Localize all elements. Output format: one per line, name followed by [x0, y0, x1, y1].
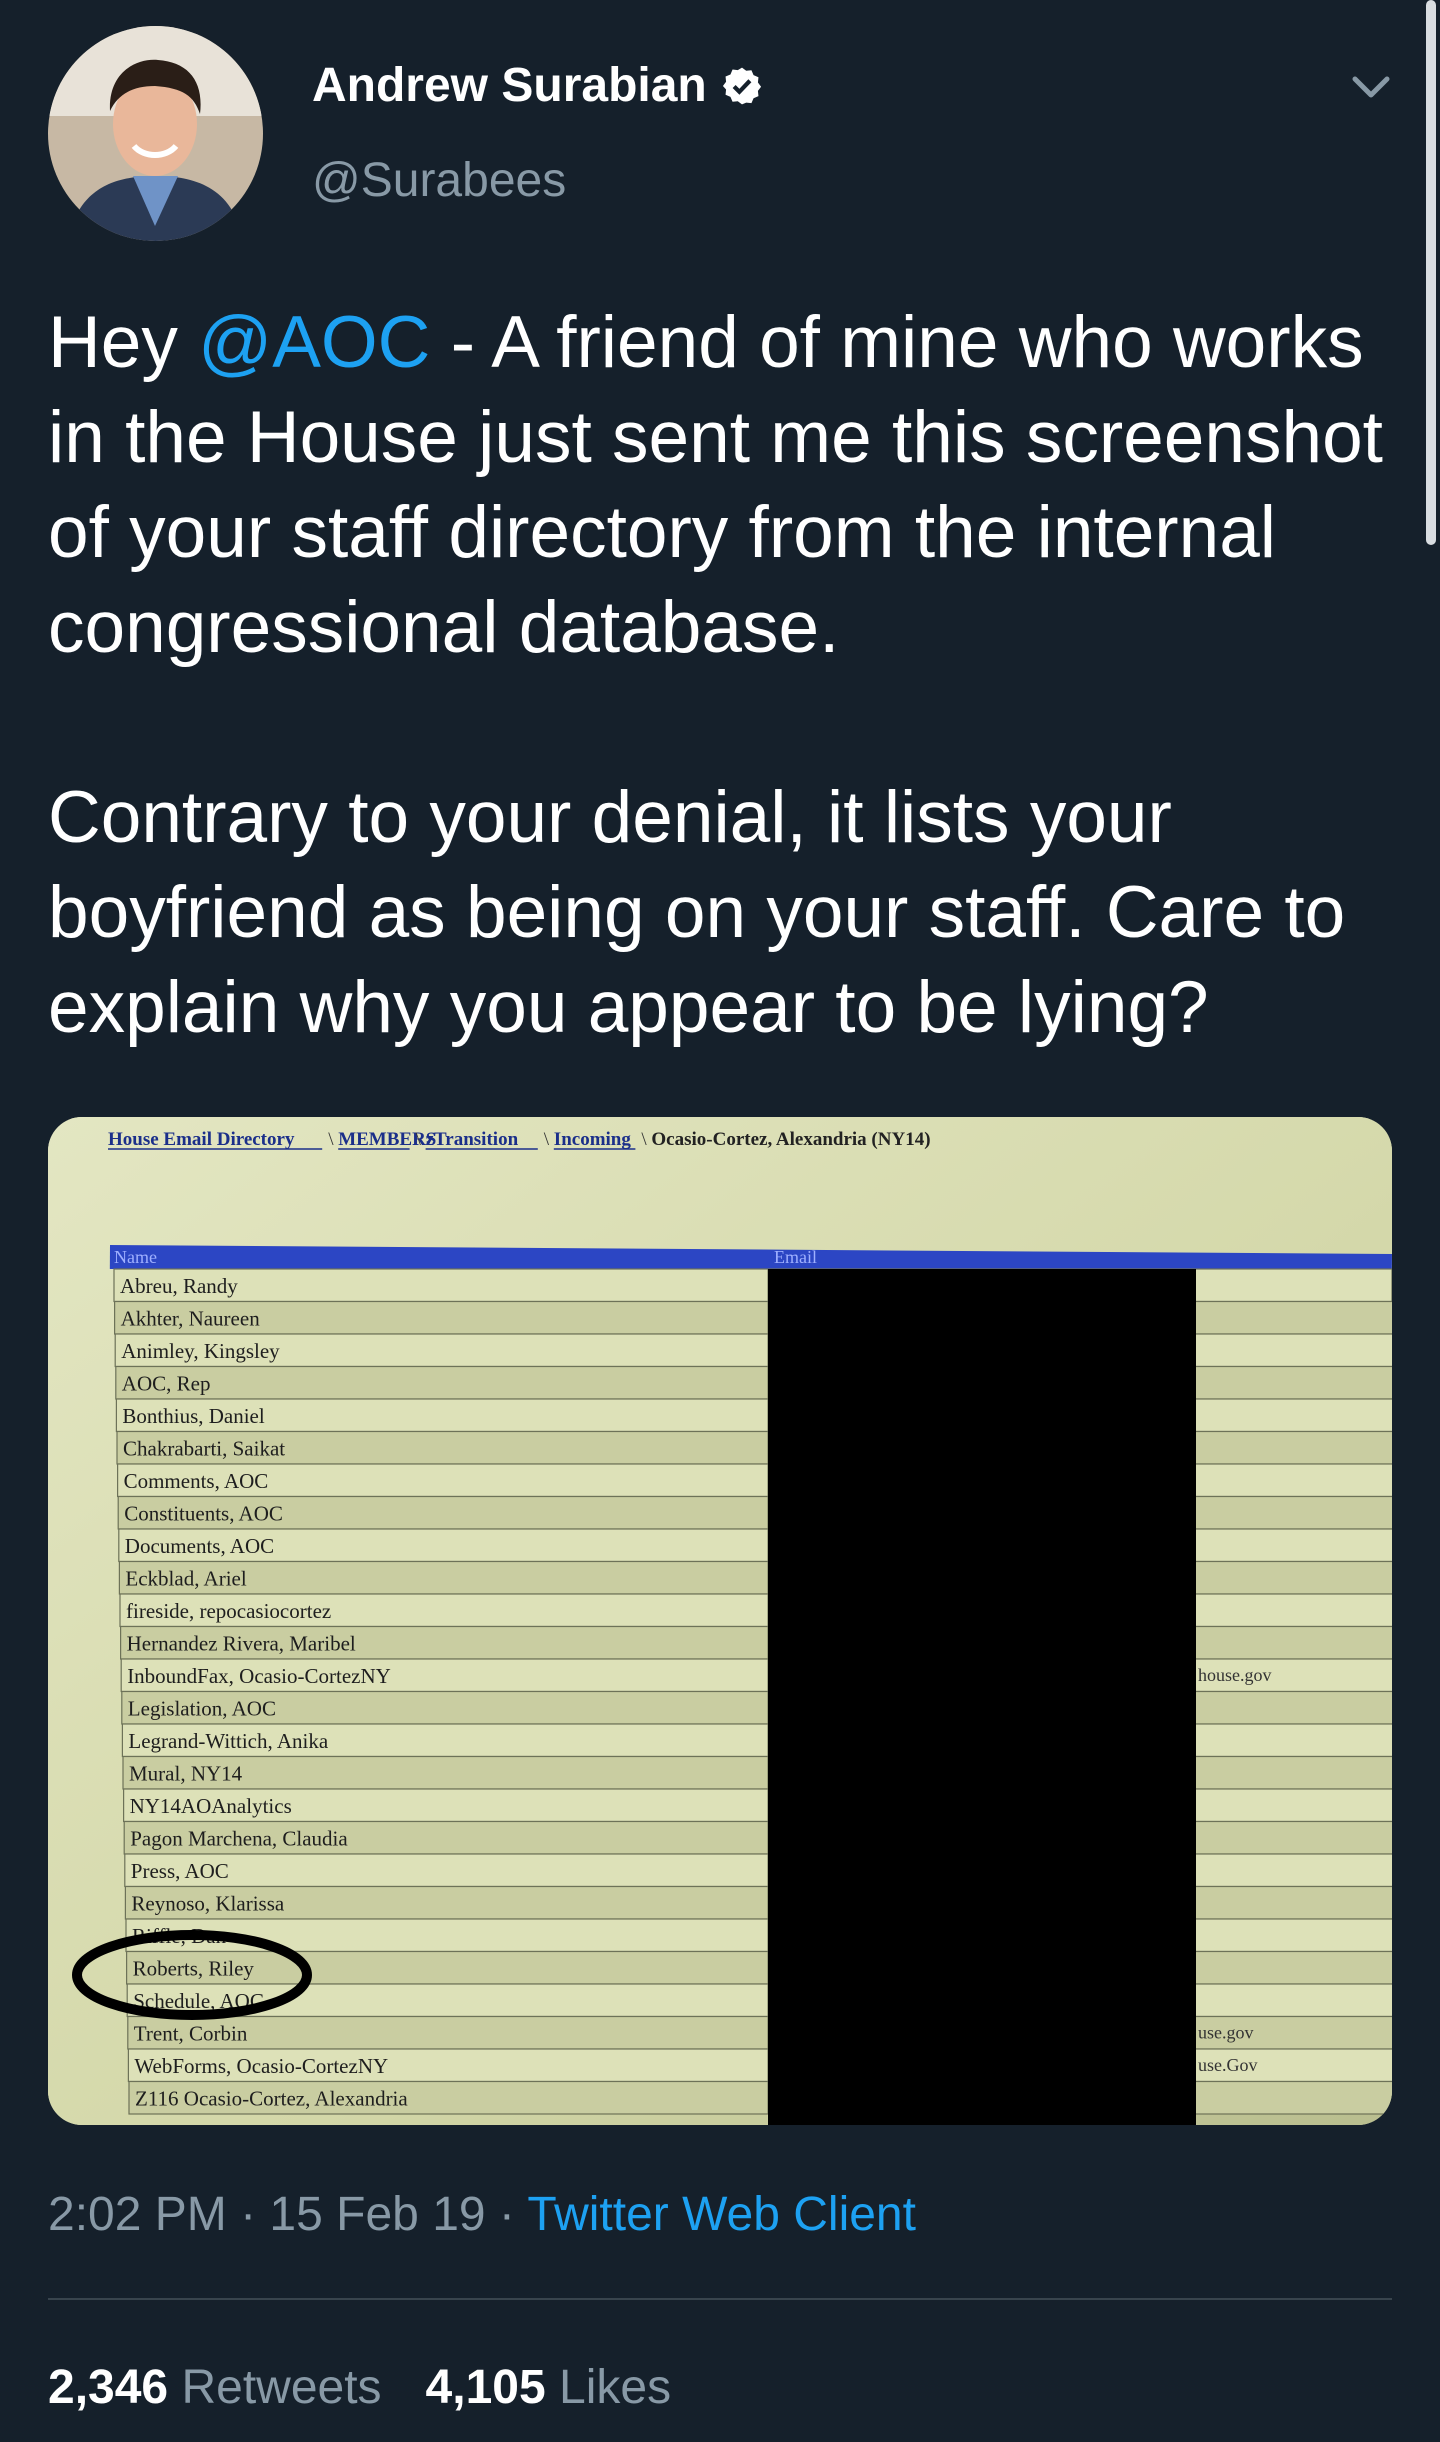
table-row [125, 1918, 1392, 1953]
breadcrumb-link: MEMBERS [338, 1129, 436, 1150]
column-header-name: Name [114, 1247, 157, 1267]
table-row [118, 1560, 1392, 1595]
breadcrumb-link: Incoming [554, 1129, 632, 1150]
divider [48, 2298, 1392, 2300]
row-name: fireside, repocasiocortez [126, 1599, 331, 1623]
row-name: Constituents, AOC [124, 1502, 283, 1526]
client-link[interactable]: Twitter Web Client [527, 2188, 916, 2241]
row-name: Roberts, Riley [133, 1957, 255, 1981]
row-name: Bonthius, Daniel [122, 1404, 264, 1428]
row-name: Trent, Corbin [134, 2022, 248, 2046]
row-name: Animley, Kingsley [121, 1339, 280, 1363]
breadcrumb-separator: \ [544, 1129, 550, 1150]
table-row [124, 1885, 1392, 1920]
meta-separator: · [226, 2188, 270, 2241]
row-name: Eckblad, Ariel [125, 1567, 246, 1591]
table-row [124, 1853, 1392, 1888]
row-name: Reynoso, Klarissa [131, 1892, 284, 1916]
table-row [115, 1398, 1392, 1433]
verified-badge-icon [722, 67, 761, 104]
author-name-row[interactable]: Andrew Surabian [312, 58, 763, 113]
table-row [113, 1300, 1392, 1335]
column-header-email: Email [774, 1247, 817, 1267]
redaction-block [768, 1269, 1196, 2125]
meta-separator-2: · [485, 2188, 528, 2241]
directory-screenshot: House Email Directory \ MEMBERS\ zTransitio… [48, 1117, 1392, 2125]
breadcrumb-separator: \ [641, 1129, 647, 1150]
table-row [117, 1495, 1392, 1530]
table-row [122, 1755, 1392, 1790]
table-row [122, 1788, 1392, 1823]
row-name: Chakrabarti, Saikat [123, 1437, 285, 1461]
row-name: Abreu, Randy [120, 1274, 238, 1298]
chevron-down-icon[interactable] [1343, 58, 1399, 114]
row-name: NY14AOAnalytics [130, 1794, 292, 1818]
mention-link[interactable]: @AOC [198, 302, 430, 383]
tweet-paragraph-2: Contrary to your denial, it lists your b… [48, 777, 1346, 1048]
row-name: Akhter, Naureen [121, 1307, 261, 1331]
row-name: Press, AOC [131, 1859, 229, 1883]
tweet-paragraph-1: Hey @AOC - A friend of mine who works in… [48, 295, 1408, 675]
email-fragment: house.gov [1198, 1665, 1272, 1685]
table-row [115, 1365, 1392, 1400]
retweets-stat[interactable]: 2,346 Retweets [48, 2361, 382, 2414]
table-row [113, 1268, 1392, 1303]
breadcrumb-separator: \ [328, 1129, 334, 1150]
scrollbar[interactable] [1422, 0, 1440, 2442]
row-name: Legislation, AOC [128, 1697, 276, 1721]
retweets-count: 2,346 [48, 2361, 169, 2414]
table-row [121, 1690, 1392, 1725]
tweet-date[interactable]: 15 Feb 19 [269, 2188, 485, 2241]
tweet-meta: 2:02 PM · 15 Feb 19 · Twitter Web Client [48, 2187, 916, 2242]
retweets-label: Retweets [168, 2361, 382, 2414]
tweet-body: Hey @AOC - A friend of mine who works in… [48, 295, 1408, 1055]
breadcrumb-link: zTransition [426, 1129, 519, 1150]
tweet-photo[interactable]: House Email Directory \ MEMBERS \ zTransitio… [48, 1117, 1392, 2125]
breadcrumb-link: House Email Directory [108, 1129, 295, 1150]
tweet-stats: 2,346 Retweets 4,105 Likes [48, 2360, 671, 2415]
likes-label: Likes [545, 2361, 672, 2414]
row-name: Pagon Marchena, Claudia [130, 1827, 348, 1851]
breadcrumb-separator: \ [416, 1129, 422, 1150]
row-name: Documents, AOC [125, 1534, 274, 1558]
breadcrumb-current: Ocasio-Cortez, Alexandria (NY14) [651, 1129, 930, 1150]
row-name: Mural, NY14 [129, 1762, 243, 1786]
row-name: Comments, AOC [124, 1469, 269, 1493]
table-row [118, 1528, 1392, 1563]
table-row [114, 1333, 1392, 1368]
scrollbar-thumb[interactable] [1426, 0, 1436, 545]
display-name[interactable]: Andrew Surabian [312, 58, 707, 113]
tweet-time[interactable]: 2:02 PM [48, 2188, 227, 2241]
row-name: Hernandez Rivera, Maribel [127, 1632, 356, 1656]
email-fragment: use.gov [1198, 2023, 1254, 2043]
table-row [116, 1463, 1392, 1498]
likes-stat[interactable]: 4,105 Likes [426, 2361, 672, 2414]
tweet-greeting: Hey [48, 302, 199, 383]
row-name: Legrand-Wittich, Anika [128, 1729, 328, 1753]
table-row [125, 1950, 1392, 1985]
row-name: InboundFax, Ocasio-CortezNY [127, 1664, 391, 1688]
table-row [126, 1983, 1392, 2018]
row-name: AOC, Rep [122, 1372, 211, 1396]
avatar[interactable] [48, 26, 263, 241]
row-name: Z116 Ocasio-Cortez, Alexandria [135, 2087, 408, 2111]
author-handle[interactable]: @Surabees [312, 153, 566, 208]
likes-count: 4,105 [425, 2361, 546, 2414]
row-name: WebForms, Ocasio-CortezNY [134, 2054, 388, 2078]
table-row [116, 1430, 1392, 1465]
email-fragment: use.Gov [1198, 2055, 1258, 2075]
